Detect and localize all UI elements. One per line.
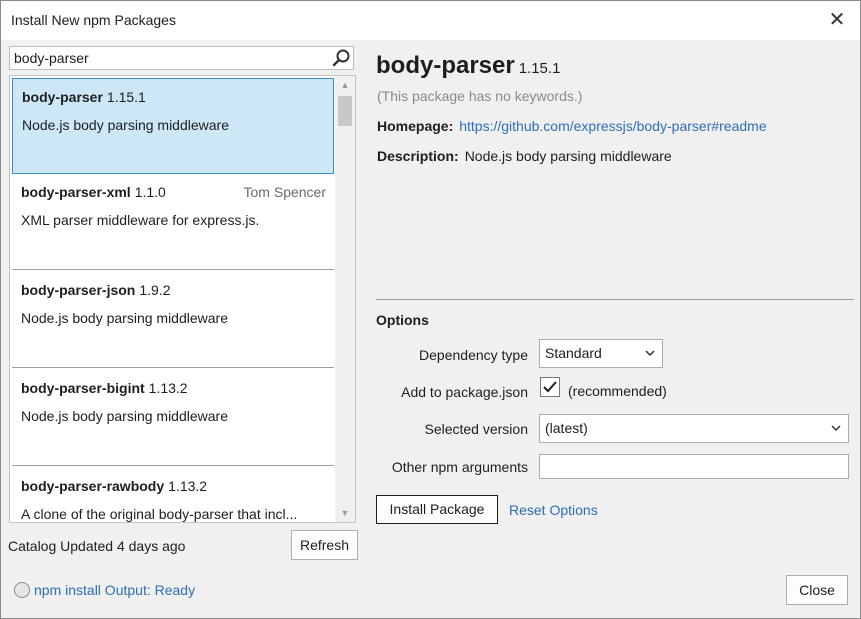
title-bar: Install New npm Packages ✕ bbox=[1, 1, 860, 40]
package-version: 1.15.1 bbox=[106, 89, 146, 105]
recommended-note: (recommended) bbox=[568, 383, 667, 399]
package-description: Node.js body parsing middleware bbox=[22, 117, 229, 133]
search-box[interactable] bbox=[9, 46, 354, 70]
package-name: body-parser-xml 1.1.0 bbox=[21, 184, 166, 200]
package-description: A clone of the original body-parser that… bbox=[21, 506, 298, 522]
search-icon[interactable] bbox=[331, 47, 351, 69]
refresh-button[interactable]: Refresh bbox=[291, 530, 358, 560]
package-description: Node.js body parsing middleware bbox=[21, 310, 228, 326]
selected-version-label: Selected version bbox=[424, 421, 528, 437]
dependency-type-select[interactable]: Standard bbox=[539, 339, 663, 368]
add-to-package-checkbox[interactable] bbox=[540, 377, 560, 397]
other-args-input[interactable] bbox=[539, 454, 849, 479]
add-to-package-label: Add to package.json bbox=[401, 384, 528, 400]
catalog-status: Catalog Updated 4 days ago bbox=[8, 538, 186, 554]
homepage-label: Homepage: bbox=[377, 118, 454, 134]
scroll-down-arrow-icon[interactable]: ▼ bbox=[335, 504, 355, 522]
package-item-body-parser-bigint[interactable]: body-parser-bigint 1.13.2 Node.js body pa… bbox=[12, 370, 334, 466]
description-label: Description: bbox=[377, 148, 459, 164]
package-keywords: (This package has no keywords.) bbox=[377, 88, 583, 104]
dependency-type-value: Standard bbox=[545, 345, 602, 361]
package-name: body-parser-bigint 1.13.2 bbox=[21, 380, 188, 396]
close-button[interactable]: Close bbox=[786, 575, 848, 605]
package-description: XML parser middleware for express.js. bbox=[21, 212, 260, 228]
other-args-label: Other npm arguments bbox=[391, 459, 528, 475]
scroll-thumb[interactable] bbox=[338, 96, 352, 126]
package-version: 1.13.2 bbox=[168, 478, 208, 494]
description-row: Description: Node.js body parsing middlew… bbox=[377, 148, 672, 164]
install-package-button[interactable]: Install Package bbox=[376, 495, 498, 524]
homepage-link[interactable]: https://github.com/expressjs/body-parser… bbox=[459, 118, 766, 134]
package-item-body-parser[interactable]: body-parser 1.15.1 Node.js body parsing m… bbox=[12, 78, 334, 174]
dependency-type-label: Dependency type bbox=[419, 347, 528, 363]
checkmark-icon bbox=[543, 381, 557, 393]
package-author: Tom Spencer bbox=[243, 184, 326, 200]
install-npm-packages-dialog: Install New npm Packages ✕ body-parser1.… bbox=[0, 0, 861, 619]
package-name: body-parser-rawbody 1.13.2 bbox=[21, 478, 208, 494]
package-title-version: 1.15.1 bbox=[518, 60, 561, 77]
chevron-down-icon bbox=[645, 350, 655, 357]
homepage-row: Homepage: https://github.com/expressjs/bo… bbox=[377, 118, 767, 134]
npm-output-status-link[interactable]: npm install Output: Ready bbox=[34, 582, 195, 598]
options-divider bbox=[376, 299, 854, 300]
dialog-content: body-parser1.15.1 Node.js body parsing m… bbox=[1, 40, 860, 618]
package-version: 1.1.0 bbox=[134, 184, 166, 200]
package-version: 1.13.2 bbox=[148, 380, 188, 396]
search-input[interactable] bbox=[14, 49, 324, 67]
package-title: body-parser 1.15.1 bbox=[376, 52, 561, 79]
package-name: body-parser-json 1.9.2 bbox=[21, 282, 171, 298]
reset-options-link[interactable]: Reset Options bbox=[509, 502, 598, 518]
chevron-down-icon bbox=[831, 425, 841, 432]
package-item-body-parser-rawbody[interactable]: body-parser-rawbody 1.13.2 A clone of the… bbox=[12, 468, 334, 522]
package-item-body-parser-xml[interactable]: body-parser-xml 1.1.0 Tom Spencer XML par… bbox=[12, 174, 334, 270]
package-list[interactable]: body-parser 1.15.1 Node.js body parsing m… bbox=[9, 75, 356, 523]
options-heading: Options bbox=[376, 312, 429, 328]
package-version: 1.9.2 bbox=[139, 282, 171, 298]
status-circle-icon bbox=[14, 582, 30, 598]
selected-version-select[interactable]: (latest) bbox=[539, 414, 849, 443]
close-icon[interactable]: ✕ bbox=[824, 7, 850, 33]
list-scrollbar[interactable]: ▲ ▼ bbox=[335, 76, 355, 522]
scroll-up-arrow-icon[interactable]: ▲ bbox=[335, 76, 355, 94]
package-item-body-parser-json[interactable]: body-parser-json 1.9.2 Node.js body parsi… bbox=[12, 272, 334, 368]
window-title: Install New npm Packages bbox=[11, 12, 176, 28]
package-description: Node.js body parsing middleware bbox=[21, 408, 228, 424]
description-value: Node.js body parsing middleware bbox=[464, 148, 672, 164]
selected-version-value: (latest) bbox=[545, 420, 588, 436]
package-name: body-parser 1.15.1 bbox=[22, 89, 146, 105]
